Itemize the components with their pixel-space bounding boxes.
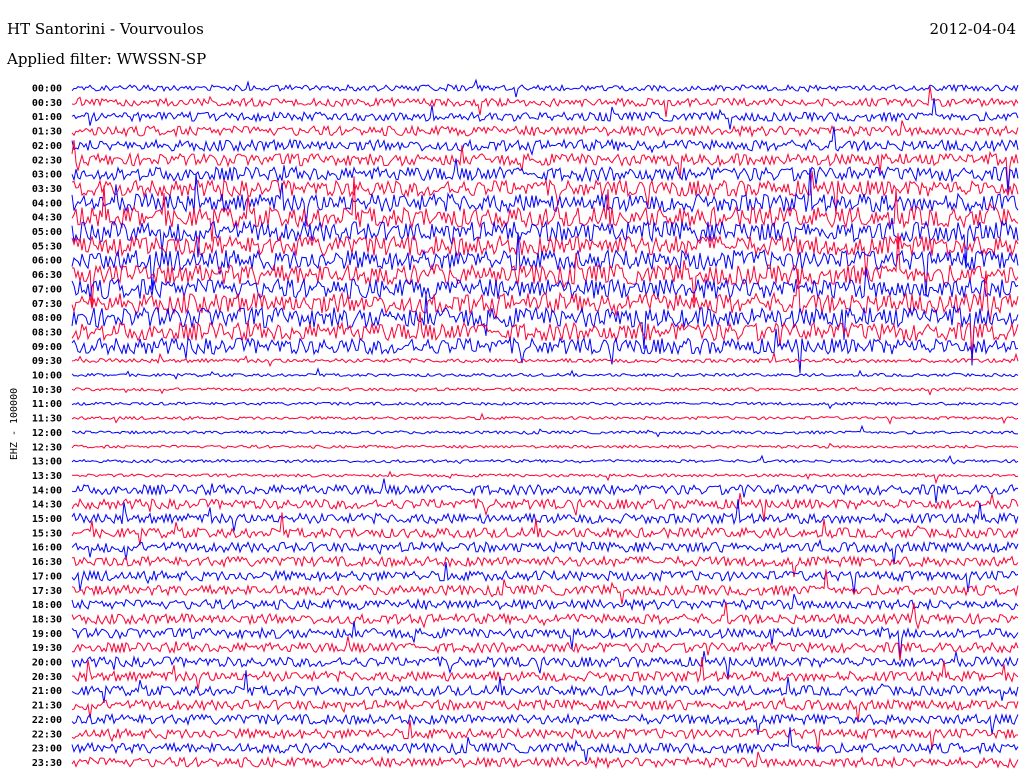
- time-label: 14:30: [32, 500, 62, 511]
- seismic-trace: [71, 696, 1019, 723]
- time-label: 14:00: [32, 485, 62, 496]
- time-label: 13:00: [32, 457, 62, 468]
- seismic-trace: [71, 751, 1019, 770]
- seismic-trace: [71, 352, 1019, 368]
- seismic-trace: [71, 401, 1019, 410]
- time-label: 16:30: [32, 557, 62, 568]
- seismic-trace: [71, 442, 1019, 450]
- seismic-trace: [71, 367, 1019, 380]
- time-label: 18:00: [32, 600, 62, 611]
- seismic-trace: [71, 601, 1019, 631]
- seismic-trace: [71, 217, 1019, 267]
- seismic-trace: [71, 478, 1019, 503]
- time-label: 18:30: [32, 614, 62, 625]
- time-label: 08:00: [32, 313, 62, 324]
- helicorder-plot: 00:00 00:30 01:00 01:30 02:00 02:30 03:00 03:30…: [9, 78, 1019, 770]
- time-label: 22:00: [32, 715, 62, 726]
- time-label: 05:00: [32, 227, 62, 238]
- time-label: 10:30: [32, 385, 62, 396]
- time-label: 19:30: [32, 643, 62, 654]
- time-label: 12:00: [32, 428, 62, 439]
- seismic-trace: [71, 424, 1019, 438]
- trace-group: [71, 78, 1019, 770]
- time-label: 11:30: [32, 414, 62, 425]
- seismic-trace: [71, 232, 1019, 297]
- seismic-trace: [71, 554, 1019, 578]
- time-label: 04:30: [32, 213, 62, 224]
- time-label: 15:00: [32, 514, 62, 525]
- time-label: 01:30: [32, 127, 62, 138]
- time-label: 16:00: [32, 543, 62, 554]
- time-label: 17:00: [32, 571, 62, 582]
- time-label: 00:00: [32, 84, 62, 95]
- seismic-trace: [71, 86, 1019, 118]
- seismic-trace: [71, 412, 1019, 425]
- time-label: 13:30: [32, 471, 62, 482]
- time-label: 03:30: [32, 184, 62, 195]
- time-label: 22:30: [32, 729, 62, 740]
- seismic-trace: [72, 636, 1019, 661]
- time-label: 19:00: [32, 629, 62, 640]
- time-label-group: 00:00 00:30 01:00 01:30 02:00 02:30 03:00 03:30…: [32, 84, 62, 769]
- time-label: 06:30: [32, 270, 62, 281]
- time-label: 05:30: [32, 241, 62, 252]
- time-label: 20:00: [32, 658, 62, 669]
- time-label: 03:00: [32, 170, 62, 181]
- time-label: 00:30: [32, 98, 62, 109]
- channel-axis-label: EHZ - 100000: [9, 388, 20, 460]
- time-label: 01:00: [32, 112, 62, 123]
- seismic-trace: [71, 493, 1019, 522]
- seismic-trace: [71, 120, 1019, 138]
- time-label: 12:30: [32, 442, 62, 453]
- time-label: 23:30: [32, 758, 62, 769]
- seismic-trace: [71, 140, 1019, 189]
- seismic-trace: [71, 593, 1019, 612]
- seismic-trace: [71, 78, 1019, 98]
- time-label: 02:30: [32, 155, 62, 166]
- seismic-trace: [71, 712, 1019, 735]
- seismic-trace: [71, 470, 1019, 485]
- time-label: 21:00: [32, 686, 62, 697]
- time-label: 09:00: [32, 342, 62, 353]
- seismic-trace: [71, 569, 1019, 605]
- seismic-trace: [71, 386, 1019, 396]
- time-label: 02:00: [32, 141, 62, 152]
- time-label: 21:30: [32, 701, 62, 712]
- time-label: 09:30: [32, 356, 62, 367]
- time-label: 23:00: [32, 744, 62, 755]
- time-label: 04:00: [32, 198, 62, 209]
- time-label: 06:00: [32, 256, 62, 267]
- time-label: 11:00: [32, 399, 62, 410]
- seismic-trace: [71, 719, 1018, 752]
- time-label: 07:30: [32, 299, 62, 310]
- time-label: 08:30: [32, 327, 62, 338]
- time-label: 07:00: [32, 284, 62, 295]
- time-label: 17:30: [32, 586, 62, 597]
- time-label: 10:00: [32, 371, 62, 382]
- seismic-trace: [71, 454, 1019, 465]
- time-label: 15:30: [32, 528, 62, 539]
- time-label: 20:30: [32, 672, 62, 683]
- seismic-trace: [71, 512, 1019, 546]
